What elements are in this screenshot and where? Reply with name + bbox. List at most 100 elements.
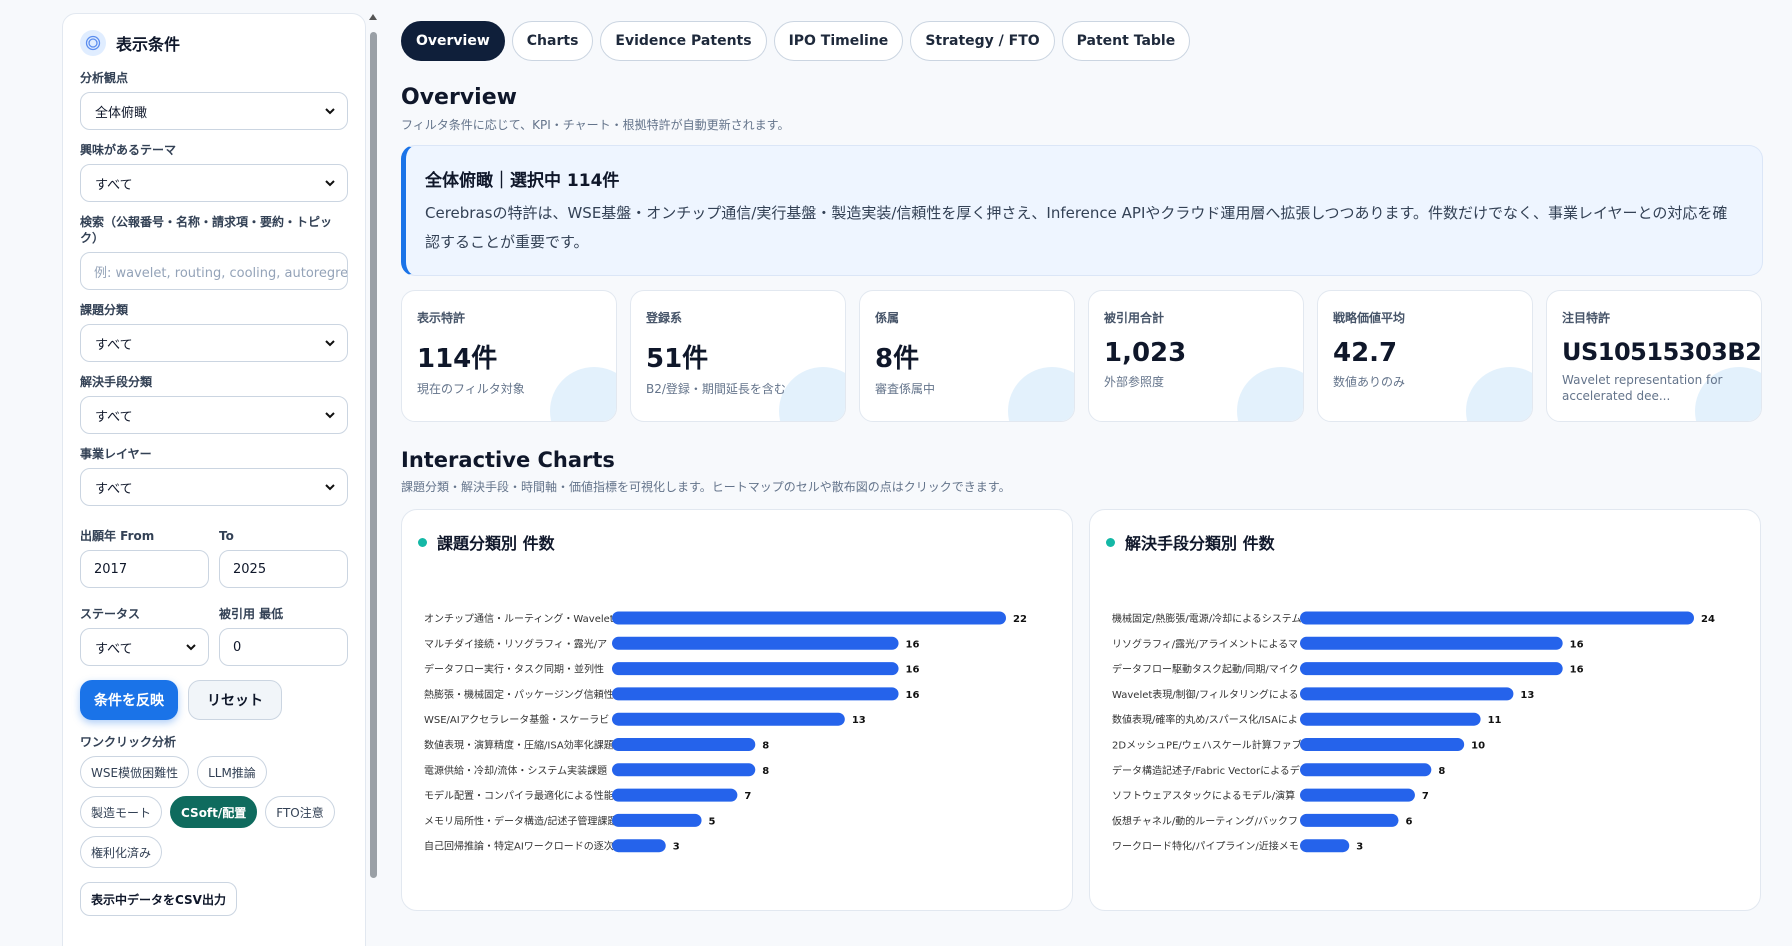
bar[interactable] (1300, 813, 1399, 827)
bar[interactable] (612, 763, 756, 777)
bar-label: モデル配置・コンパイラ最適化による性能 (424, 789, 614, 802)
kpi-note: B2/登録・期間延長を含む (646, 382, 786, 396)
bar[interactable] (612, 687, 899, 701)
bar[interactable] (1300, 687, 1514, 701)
bar-value-label: 3 (673, 842, 680, 853)
kpi-note: Wavelet representation for accelerated d… (1562, 373, 1723, 403)
bar-label: メモリ局所性・データ構造/記述子管理課題 (424, 814, 617, 827)
status-citation-row: ステータス すべて 被引用 最低 0 (80, 606, 348, 666)
bar[interactable] (1300, 788, 1415, 802)
kpi-label: 戦略価値平均 (1333, 311, 1406, 325)
filter-sidebar: 表示条件 分析観点 全体俯瞰 興味があるテーマ すべて 検索（公報番号・名称・請… (62, 13, 366, 946)
bar-value-label: 5 (709, 816, 716, 827)
bar-label: WSE/AIアクセラレータ基盤・スケーラビ (424, 713, 609, 726)
status-select-value: すべて (95, 641, 133, 657)
action-buttons: 条件を反映 リセット (80, 680, 348, 720)
problem-bar-chart[interactable]: オンチップ通信・ルーティング・Wavelet 22 マルチダイ接続・リソグラフィ・露… (402, 510, 1074, 912)
bar[interactable] (1300, 636, 1563, 650)
chip-granted[interactable]: 権利化済み (80, 836, 163, 868)
tab-overview[interactable]: Overview (401, 21, 505, 61)
tab-patent-table[interactable]: Patent Table (1061, 21, 1191, 61)
kpi-card: 表示特許 114件 現在のフィルタ対象 (401, 290, 617, 422)
bar-label: 数値表現/確率的丸め/スパース化/ISAによ (1112, 713, 1298, 726)
year-from-input[interactable]: 2017 (80, 550, 209, 588)
bar-value-label: 16 (906, 639, 920, 650)
kpi-note: 現在のフィルタ対象 (417, 382, 525, 396)
bar[interactable] (612, 611, 1006, 625)
scroll-thumb[interactable] (370, 32, 377, 878)
tab-strategy-fto[interactable]: Strategy / FTO (910, 21, 1055, 61)
layer-select[interactable]: すべて (80, 468, 348, 506)
reset-button[interactable]: リセット (188, 680, 282, 720)
bar-value-label: 24 (1701, 614, 1715, 625)
kpi-card[interactable]: 注目特許 US10515303B2 Wavelet representation… (1546, 290, 1762, 422)
bar[interactable] (1300, 712, 1481, 726)
charts-title: Interactive Charts (401, 448, 615, 472)
bar-label: 機械固定/熱膨張/電源/冷却によるシステム (1112, 612, 1302, 625)
chevron-down-icon (325, 484, 335, 491)
bar-value-label: 22 (1013, 614, 1027, 625)
bar-label: 2DメッシュPE/ウェハスケール計算ファブ (1112, 739, 1302, 752)
target-icon (80, 30, 106, 56)
kpi-card: 被引用合計 1,023 外部参照度 (1088, 290, 1304, 422)
view-label: 分析観点 (80, 71, 129, 85)
bar[interactable] (612, 788, 738, 802)
bar[interactable] (1300, 611, 1694, 625)
bar-value-label: 11 (1488, 715, 1502, 726)
chip-manufacturing[interactable]: 製造モート (80, 796, 163, 828)
theme-select[interactable]: すべて (80, 164, 348, 202)
sidebar-title: 表示条件 (116, 35, 181, 54)
problem-label: 課題分類 (80, 303, 129, 317)
tab-evidence-patents[interactable]: Evidence Patents (600, 21, 767, 61)
csv-export-button[interactable]: 表示中データをCSV出力 (80, 882, 237, 916)
tab-ipo-timeline[interactable]: IPO Timeline (773, 21, 904, 61)
solution-select[interactable]: すべて (80, 396, 348, 434)
bar[interactable] (1300, 763, 1432, 777)
bar-value-label: 10 (1471, 741, 1485, 752)
bar-value-label: 6 (1406, 816, 1413, 827)
chip-csoft[interactable]: CSoft/配置 (170, 796, 258, 828)
bar[interactable] (1300, 839, 1350, 853)
view-select[interactable]: 全体俯瞰 (80, 92, 348, 130)
year-to-input[interactable]: 2025 (219, 550, 348, 588)
problem-field: 課題分類 すべて (80, 302, 348, 362)
kpi-value: 8件 (875, 344, 920, 374)
status-select[interactable]: すべて (80, 628, 209, 666)
chip-fto[interactable]: FTO注意 (265, 796, 335, 828)
summary-title: 全体俯瞰｜選択中 114件 (425, 171, 620, 191)
solution-label: 解決手段分類 (80, 375, 153, 389)
kpi-row: 表示特許 114件 現在のフィルタ対象 登録系 51件 B2/登録・期間延長を含… (401, 290, 1763, 422)
bar-label: リソグラフィ/露光/アライメントによるマ (1112, 637, 1298, 650)
chart-card-problem: 課題分類別 件数 オンチップ通信・ルーティング・Wavelet 22 マルチダイ接続… (401, 509, 1073, 911)
apply-button[interactable]: 条件を反映 (80, 680, 178, 720)
bar[interactable] (612, 839, 666, 853)
chip-llm[interactable]: LLM推論 (197, 756, 267, 788)
citation-label: 被引用 最低 (219, 607, 284, 621)
chip-wse[interactable]: WSE模倣困難性 (80, 756, 190, 788)
bar[interactable] (1300, 662, 1563, 676)
kpi-value: 1,023 (1104, 338, 1187, 368)
kpi-card: 係属 8件 審査係属中 (859, 290, 1075, 422)
bar-label: オンチップ通信・ルーティング・Wavelet (424, 612, 614, 625)
bar[interactable] (1300, 738, 1465, 751)
view-select-value: 全体俯瞰 (95, 105, 148, 121)
bar[interactable] (612, 813, 702, 827)
kpi-value: 51件 (646, 344, 709, 374)
sidebar-scrollbar[interactable] (368, 14, 378, 946)
scroll-up-icon[interactable] (369, 14, 377, 20)
main-content: Overview Charts Evidence Patents IPO Tim… (401, 0, 1763, 911)
bar-value-label: 8 (762, 741, 769, 752)
kpi-label: 表示特許 (417, 311, 466, 325)
theme-select-value: すべて (95, 177, 133, 193)
bar[interactable] (612, 636, 899, 650)
bar[interactable] (612, 662, 899, 676)
solution-bar-chart[interactable]: 機械固定/熱膨張/電源/冷却によるシステム 24 リソグラフィ/露光/アライメントに… (1090, 510, 1762, 912)
problem-select[interactable]: すべて (80, 324, 348, 362)
bar[interactable] (612, 712, 845, 726)
bar[interactable] (612, 738, 756, 751)
search-input[interactable]: 例: wavelet, routing, cooling, autoregres… (80, 252, 348, 290)
bar-label: ソフトウェアスタックによるモデル/演算 (1112, 789, 1295, 802)
tab-charts[interactable]: Charts (511, 21, 594, 61)
theme-label: 興味があるテーマ (80, 143, 177, 157)
citation-input[interactable]: 0 (219, 628, 348, 666)
